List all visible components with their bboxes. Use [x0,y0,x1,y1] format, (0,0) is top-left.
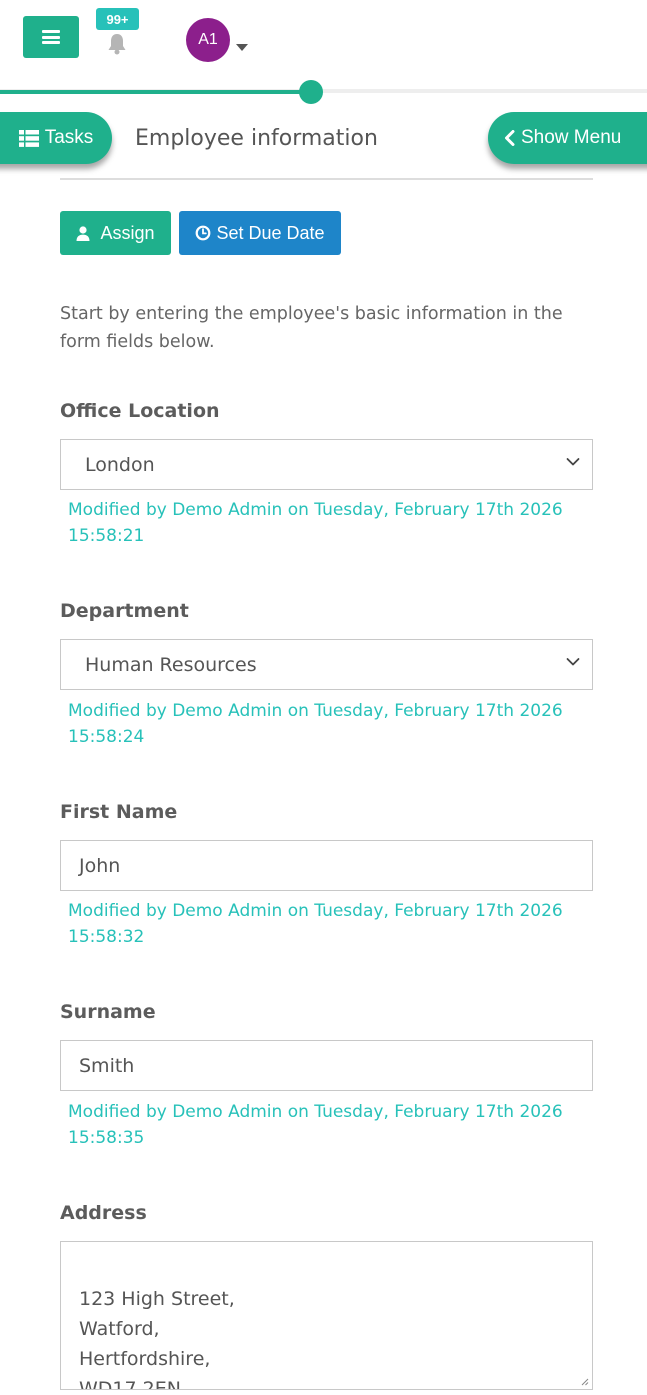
address-value: 123 High Street, Watford, Hertfordshire,… [79,1288,235,1390]
surname-label: Surname [60,1001,156,1023]
office-location-modified-note: Modified by Demo Admin on Tuesday, Febru… [68,500,563,546]
assign-label: Assign [100,222,155,243]
top-bar: 99+ A1 [0,0,647,93]
show-menu-button[interactable]: Show Menu [488,112,647,164]
resize-grip-icon[interactable] [581,1378,589,1386]
department-select[interactable]: Human Resources [60,639,593,690]
tasks-label: Tasks [44,127,94,148]
address-textarea[interactable]: 123 High Street, Watford, Hertfordshire,… [60,1241,593,1390]
first-name-label: First Name [60,801,178,823]
first-name-modified-note: Modified by Demo Admin on Tuesday, Febru… [68,901,563,947]
notification-count-badge: 99+ [96,8,139,30]
user-icon [76,225,90,241]
intro-text: Start by entering the employee's basic i… [60,304,563,352]
title-divider [60,178,593,180]
department-modified-note: Modified by Demo Admin on Tuesday, Febru… [68,701,563,747]
clock-icon [196,225,211,241]
assign-button[interactable]: Assign [60,211,171,255]
office-location-value: London [85,453,155,476]
progress-handle [298,80,323,104]
first-name-value: John [79,854,121,877]
tasks-button[interactable]: Tasks [0,112,112,164]
progress-fill [0,90,311,94]
set-due-date-button[interactable]: Set Due Date [179,211,341,255]
main-menu-button[interactable] [23,16,79,58]
bell-icon [108,34,126,55]
caret-down-icon[interactable] [236,44,248,51]
user-avatar[interactable]: A1 [186,18,230,62]
office-location-select[interactable]: London [60,439,593,490]
surname-input[interactable]: Smith [60,1040,593,1091]
department-value: Human Resources [85,653,257,676]
surname-modified-note: Modified by Demo Admin on Tuesday, Febru… [68,1102,563,1148]
progress-bar [0,80,647,104]
hamburger-icon [42,30,60,44]
notifications-button[interactable]: 99+ [96,8,140,58]
set-due-date-label: Set Due Date [216,222,325,243]
office-location-label: Office Location [60,400,220,422]
department-label: Department [60,600,189,622]
chevron-left-icon [505,130,515,146]
page-title: Employee information [135,126,378,151]
surname-value: Smith [79,1054,135,1077]
first-name-input[interactable]: John [60,840,593,891]
show-menu-label: Show Menu [521,127,622,148]
chevron-down-icon [566,658,580,666]
chevron-down-icon [566,458,580,466]
address-label: Address [60,1202,147,1224]
list-icon [18,129,39,147]
